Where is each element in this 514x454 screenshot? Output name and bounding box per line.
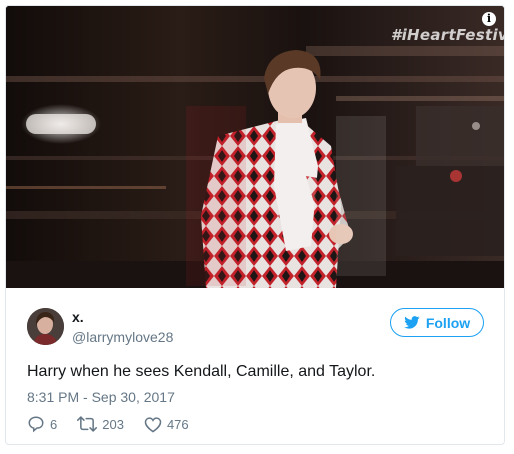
like-action[interactable]: 476: [144, 416, 189, 433]
user-handle[interactable]: @larrymylove28: [72, 329, 173, 345]
avatar[interactable]: [27, 308, 64, 345]
retweet-icon: [77, 416, 98, 432]
tweet-timestamp[interactable]: 8:31 PM - Sep 30, 2017: [27, 389, 175, 405]
embedded-tweet-card: i #iHeartFestiv x. @larrymylove28 Follow…: [5, 5, 505, 445]
retweet-action[interactable]: 203: [77, 415, 124, 433]
retweet-count: 203: [102, 416, 124, 432]
reply-count: 6: [50, 416, 58, 432]
reply-icon: [28, 416, 44, 433]
follow-label: Follow: [425, 314, 471, 331]
tweet-media-image[interactable]: i #iHeartFestiv: [6, 6, 504, 288]
reply-action[interactable]: 6: [27, 415, 57, 433]
heart-icon: [144, 416, 162, 433]
media-watermark: #iHeartFestiv: [390, 26, 504, 44]
twitter-bird-icon: [404, 316, 420, 329]
follow-button[interactable]: Follow: [390, 308, 484, 337]
avatar-image: [27, 308, 64, 345]
display-name[interactable]: x.: [72, 309, 84, 325]
tweet-text: Harry when he sees Kendall, Camille, and…: [27, 363, 376, 380]
tweet-actions: 6 203 476: [27, 414, 209, 434]
like-count: 476: [166, 416, 189, 432]
concert-scene-image: [6, 6, 504, 288]
info-icon[interactable]: i: [482, 12, 496, 26]
